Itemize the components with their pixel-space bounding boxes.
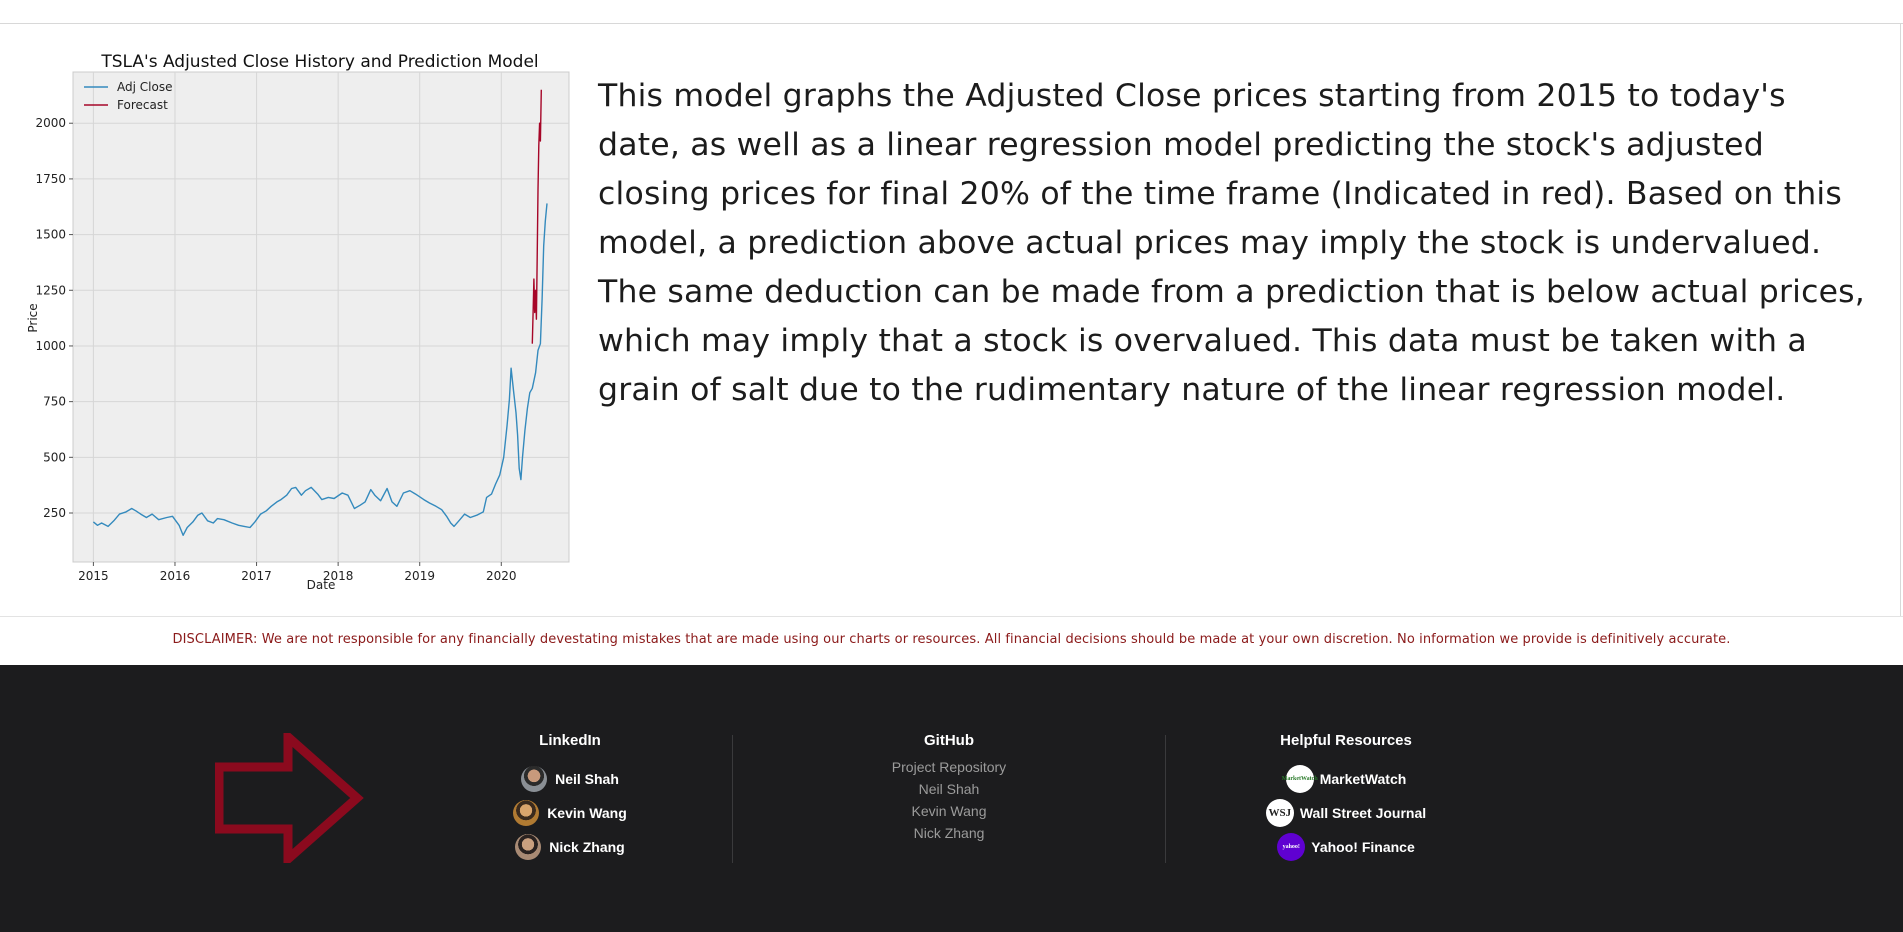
linkedin-title: LinkedIn: [539, 732, 601, 749]
top-divider: [0, 23, 1903, 24]
link-label: MarketWatch: [1319, 771, 1407, 787]
price-chart: TSLA's Adjusted Close History and Predic…: [26, 52, 570, 592]
github-title: GitHub: [924, 732, 974, 749]
x-tick-label: 2016: [160, 569, 191, 583]
avatar: [521, 766, 548, 792]
resource-link-wall-street-journal[interactable]: WSJ Wall Street Journal: [1226, 796, 1466, 830]
y-axis-label: Price: [26, 303, 40, 332]
link-label: Wall Street Journal: [1299, 805, 1427, 821]
y-tick-label: 500: [43, 450, 66, 464]
y-tick-label: 1750: [35, 172, 66, 186]
y-tick-label: 1500: [35, 228, 66, 242]
y-tick-label: 1000: [35, 339, 66, 353]
x-tick-label: 2015: [78, 569, 109, 583]
yahoo-finance-logo-icon: yahoo!: [1277, 833, 1306, 861]
github-column: GitHub Project Repository Neil Shah Kevi…: [849, 732, 1049, 844]
legend-forecast-label: Forecast: [117, 98, 168, 112]
linkedin-link-kevin-wang[interactable]: Kevin Wang: [470, 796, 670, 830]
footer-divider: [1165, 735, 1166, 863]
github-link-nick-zhang[interactable]: Nick Zhang: [849, 822, 1049, 844]
link-label: Nick Zhang: [549, 839, 625, 855]
plot-area: [72, 71, 570, 563]
linkedin-link-nick-zhang[interactable]: Nick Zhang: [470, 830, 670, 864]
disclaimer-text: DISCLAIMER: We are not responsible for a…: [172, 632, 1731, 647]
link-label: Neil Shah: [555, 771, 619, 787]
y-axis-ticks: 250 500 750 1000 1250 1500 1750 2000: [35, 116, 73, 520]
resource-link-marketwatch[interactable]: MarketWatch MarketWatch: [1226, 762, 1466, 796]
chart-container: TSLA's Adjusted Close History and Predic…: [0, 40, 580, 600]
right-border: [1900, 24, 1901, 616]
wsj-logo-icon: WSJ: [1265, 799, 1294, 827]
linkedin-column: LinkedIn Neil Shah Kevin Wang Nick Zhang: [470, 732, 670, 864]
link-label: Yahoo! Finance: [1311, 839, 1415, 855]
x-tick-label: 2020: [486, 569, 517, 583]
model-description: This model graphs the Adjusted Close pri…: [598, 78, 1866, 408]
linkedin-link-neil-shah[interactable]: Neil Shah: [470, 762, 670, 796]
avatar: [513, 800, 540, 826]
x-axis-ticks: 2015 2016 2017 2018 2019 2020: [78, 562, 517, 583]
github-link-project-repository[interactable]: Project Repository: [849, 756, 1049, 778]
marketwatch-logo-icon: MarketWatch: [1282, 765, 1318, 793]
github-link-kevin-wang[interactable]: Kevin Wang: [849, 800, 1049, 822]
resources-column: Helpful Resources MarketWatch MarketWatc…: [1226, 732, 1466, 864]
x-axis-label: Date: [307, 578, 336, 592]
y-tick-label: 750: [43, 395, 66, 409]
resource-link-yahoo-finance[interactable]: yahoo! Yahoo! Finance: [1226, 830, 1466, 864]
avatar: [515, 834, 542, 860]
arrow-right-icon: [215, 733, 364, 863]
footer-divider: [732, 735, 733, 863]
footer: LinkedIn Neil Shah Kevin Wang Nick Zhang…: [0, 665, 1903, 932]
x-tick-label: 2019: [404, 569, 435, 583]
x-tick-label: 2017: [241, 569, 272, 583]
resources-title: Helpful Resources: [1280, 732, 1412, 749]
y-tick-label: 2000: [35, 116, 66, 130]
legend-adj-close-label: Adj Close: [117, 80, 172, 94]
section-divider: [0, 616, 1903, 617]
github-link-neil-shah[interactable]: Neil Shah: [849, 778, 1049, 800]
link-label: Kevin Wang: [547, 805, 627, 821]
y-tick-label: 1250: [35, 283, 66, 297]
chart-title: TSLA's Adjusted Close History and Predic…: [100, 52, 538, 72]
y-tick-label: 250: [43, 506, 66, 520]
